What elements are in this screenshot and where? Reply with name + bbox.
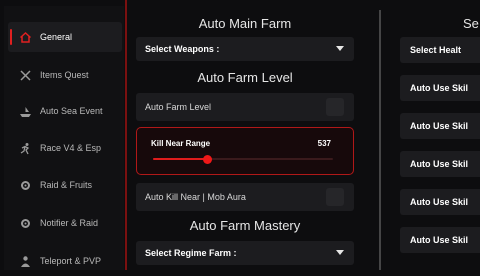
running-person-icon [18,141,32,155]
checkbox[interactable] [326,98,344,116]
slider-value: 537 [317,139,331,148]
row-label: Auto Use Skil [410,235,469,245]
sidebar-item-items-quest[interactable]: Items Quest [8,60,122,90]
gear-icon [18,178,32,192]
select-weapons-dropdown[interactable]: Select Weapons : [136,37,354,61]
chevron-down-icon [336,250,344,255]
slider-thumb[interactable] [203,155,212,164]
dropdown-label: Select Weapons : [145,44,220,54]
slider-label: Kill Near Range [151,139,211,148]
gear-icon [18,216,32,230]
sidebar-item-label: Auto Sea Event [40,106,103,116]
kill-near-range-slider[interactable]: Kill Near Range 537 [136,127,354,175]
sidebar-item-raid-fruits[interactable]: Raid & Fruits [8,170,122,200]
window-top-bar [130,0,480,8]
row-label: Auto Use Skil [410,121,469,131]
auto-use-skill-row[interactable]: Auto Use Skil [400,151,480,177]
sidebar-item-label: Raid & Fruits [40,180,93,190]
dropdown-label: Select Healt [410,45,462,55]
sidebar-item-notifier-raid[interactable]: Notifier & Raid [8,208,122,238]
sidebar-item-teleport-pvp[interactable]: Teleport & PVP [8,246,122,276]
sidebar-item-label: Items Quest [40,70,89,80]
ship-icon [18,104,32,118]
main-farm-panel: Auto Main Farm Select Weapons : Auto Far… [136,10,354,265]
sidebar-item-general[interactable]: General [8,22,122,52]
auto-farm-level-toggle-row[interactable]: Auto Farm Level [136,93,354,121]
auto-kill-near-toggle-row[interactable]: Auto Kill Near | Mob Aura [136,183,354,211]
section-heading-farm-mastery: Auto Farm Mastery [189,218,301,233]
section-heading-settings: Se [463,16,479,31]
section-heading-main-farm: Auto Main Farm [198,16,292,31]
toggle-label: Auto Kill Near | Mob Aura [145,192,246,202]
auto-use-skill-row[interactable]: Auto Use Skil [400,75,480,101]
row-label: Auto Use Skil [410,83,469,93]
section-heading-farm-level: Auto Farm Level [197,70,293,85]
checkbox[interactable] [326,188,344,206]
chevron-down-icon [336,46,344,51]
row-label: Auto Use Skil [410,197,469,207]
auto-use-skill-row[interactable]: Auto Use Skil [400,189,480,215]
sidebar-item-auto-sea-event[interactable]: Auto Sea Event [8,96,122,126]
select-health-dropdown[interactable]: Select Healt [400,37,480,63]
right-settings-panel: Se Select Healt Auto Use Skil Auto Use S… [400,10,480,253]
slider-fill [153,158,207,160]
person-icon [18,254,32,268]
dropdown-label: Select Regime Farm : [145,248,237,258]
crossed-swords-icon [18,68,32,82]
toggle-label: Auto Farm Level [145,102,212,112]
column-divider [379,10,381,270]
sidebar-divider [125,0,127,270]
sidebar-item-race-v4[interactable]: Race V4 & Esp [8,133,122,163]
auto-use-skill-row[interactable]: Auto Use Skil [400,113,480,139]
select-regime-dropdown[interactable]: Select Regime Farm : [136,241,354,265]
auto-use-skill-row[interactable]: Auto Use Skil [400,227,480,253]
slider-track[interactable] [153,155,333,164]
sidebar: General Items Quest Auto Sea Event Race … [4,6,124,270]
row-label: Auto Use Skil [410,159,469,169]
sidebar-item-label: General [40,32,73,42]
sidebar-item-label: Race V4 & Esp [40,143,102,153]
sidebar-item-label: Notifier & Raid [40,218,99,228]
home-icon [18,30,32,44]
sidebar-item-label: Teleport & PVP [40,256,102,266]
